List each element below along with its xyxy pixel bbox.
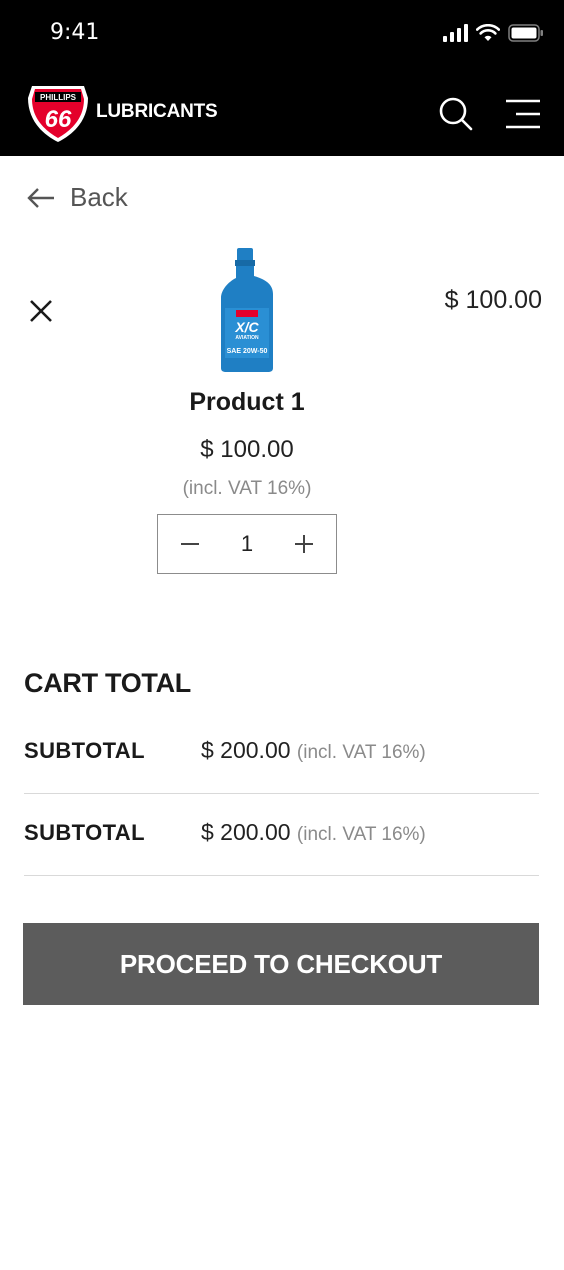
quantity-value[interactable]: 1 [241,531,253,557]
hamburger-menu-icon[interactable] [502,98,542,130]
quantity-stepper: 1 [157,514,337,574]
subtotal-value: $ 200.00 [201,819,291,845]
back-label: Back [70,182,128,212]
svg-text:AVIATION: AVIATION [235,335,259,341]
status-time: 9:41 [50,20,100,45]
minus-icon [181,543,199,545]
search-icon[interactable] [438,96,474,132]
subtotal-row: SUBTOTAL $ 200.00 (incl. VAT 16%) [24,712,539,794]
phillips-66-logo[interactable]: PHILLIPS 66 [26,82,90,144]
cart-total-heading: CART TOTAL [24,668,191,698]
vat-note: (incl. VAT 16%) [182,478,312,499]
subtotal-vat-note: (incl. VAT 16%) [296,824,426,845]
subtotal-value: $ 200.00 [201,737,291,763]
back-link[interactable]: Back [26,182,128,213]
brand-name: LUBRICANTS [96,101,218,122]
svg-text:X/C: X/C [234,319,259,335]
proceed-to-checkout-button[interactable]: PROCEED TO CHECKOUT [23,923,539,1005]
remove-item-icon[interactable] [28,298,54,324]
subtotal-value-wrapper: $ 200.00 (incl. VAT 16%) [201,737,426,764]
unit-price: $ 100.00 [200,436,294,463]
decrease-quantity-button[interactable] [176,530,204,558]
wifi-icon [476,24,500,41]
plus-icon [295,535,313,553]
subtotal-vat-note: (incl. VAT 16%) [296,742,426,763]
cellular-signal-icon [443,24,468,42]
subtotal-label: SUBTOTAL [24,820,145,845]
battery-icon [508,24,543,42]
line-total-price: $ 100.00 [444,286,542,314]
svg-text:SAE 20W-50: SAE 20W-50 [227,348,268,355]
svg-text:PHILLIPS: PHILLIPS [40,93,77,102]
subtotal-label: SUBTOTAL [24,738,145,763]
product-name[interactable]: Product 1 [0,388,494,417]
subtotal-row: SUBTOTAL $ 200.00 (incl. VAT 16%) [24,794,539,876]
increase-quantity-button[interactable] [290,530,318,558]
product-image[interactable]: X/C AVIATION SAE 20W-50 [216,246,278,374]
svg-text:66: 66 [45,106,72,133]
status-icons [442,24,544,42]
subtotal-value-wrapper: $ 200.00 (incl. VAT 16%) [201,819,426,846]
arrow-left-icon [27,187,54,208]
app-header: 9:41 PHILLIPS 66 LUBRICANTS [0,0,564,156]
